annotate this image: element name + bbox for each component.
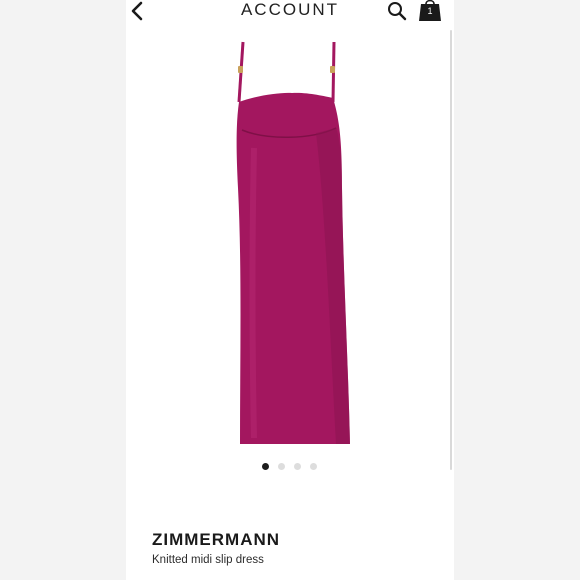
phone-screen: ACCOUNT 1 ZIMMERMANN Knitted midi slip d… — [126, 0, 454, 580]
carousel-dot[interactable] — [262, 463, 269, 470]
product-name: Knitted midi slip dress — [152, 554, 264, 566]
left-background — [0, 0, 126, 580]
scroll-indicator[interactable] — [450, 30, 452, 470]
product-image[interactable] — [206, 38, 376, 448]
carousel-dot[interactable] — [310, 463, 317, 470]
page-title: ACCOUNT — [240, 0, 340, 19]
bag-count-badge: 1 — [427, 6, 433, 16]
carousel-dot[interactable] — [294, 463, 301, 470]
app-header: ACCOUNT 1 — [126, 0, 454, 26]
search-icon — [388, 2, 407, 21]
search-button[interactable] — [384, 0, 410, 23]
right-background — [454, 0, 580, 580]
product-brand[interactable]: ZIMMERMANN — [152, 530, 280, 550]
chevron-left-icon — [131, 1, 143, 21]
carousel-indicator — [262, 463, 317, 471]
back-button[interactable] — [124, 0, 150, 24]
carousel-dot[interactable] — [278, 463, 285, 470]
bag-button[interactable]: 1 — [416, 0, 444, 22]
